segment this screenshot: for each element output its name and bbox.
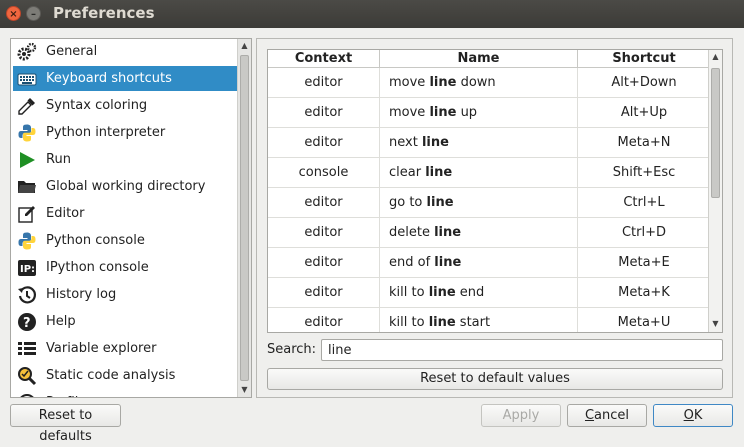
cell-context: editor [268,307,380,332]
python-icon [17,123,37,143]
help-icon: ? [17,312,37,332]
close-window-icon[interactable]: × [6,6,21,21]
scroll-up-arrow-icon[interactable]: ▲ [709,50,722,64]
column-header-context[interactable]: Context [268,50,380,68]
profiler-icon [17,393,37,397]
eyedropper-icon [17,96,37,116]
python-icon [17,231,37,251]
table-row[interactable]: editor move line down Alt+Down [268,67,711,98]
column-header-shortcut[interactable]: Shortcut [577,50,711,68]
title-bar: × – Preferences [0,0,744,28]
cell-name: go to line [379,187,578,218]
cell-context: editor [268,127,380,158]
sidebar-item-run[interactable]: Run [13,147,237,172]
cell-context: editor [268,217,380,248]
sidebar-item-editor[interactable]: Editor [13,201,237,226]
cell-shortcut: Alt+Down [577,67,711,98]
column-header-name[interactable]: Name [379,50,578,68]
search-label: Search: [267,342,317,357]
sidebar-scrollbar[interactable]: ▲ ▼ [237,39,251,397]
table-row[interactable]: editor move line up Alt+Up [268,97,711,128]
edit-icon [17,204,37,224]
sidebar-item-help[interactable]: ? Help [13,309,237,334]
sidebar-item-history-log[interactable]: History log [13,282,237,307]
scroll-down-arrow-icon[interactable]: ▼ [238,383,251,397]
cell-shortcut: Meta+K [577,277,711,308]
gears-icon [17,42,37,62]
minimize-window-icon[interactable]: – [26,6,41,21]
magnifier-icon [17,366,37,386]
sidebar-item-python-interpreter[interactable]: Python interpreter [13,120,237,145]
sidebar-item-python-console[interactable]: Python console [13,228,237,253]
cell-shortcut: Meta+U [577,307,711,332]
svg-text:IP:: IP: [20,264,35,275]
cell-shortcut: Shift+Esc [577,157,711,188]
ok-button[interactable]: OK [653,404,733,427]
sidebar-item-static-code-analysis[interactable]: Static code analysis [13,363,237,388]
table-row[interactable]: editor end of line Meta+E [268,247,711,278]
svg-text:?: ? [23,316,31,331]
cell-context: editor [268,247,380,278]
cell-name: kill to line end [379,277,578,308]
cell-context: editor [268,97,380,128]
cell-shortcut: Ctrl+D [577,217,711,248]
search-input[interactable] [321,339,723,361]
cell-name: delete line [379,217,578,248]
table-header-row: Context Name Shortcut [268,50,711,68]
table-row[interactable]: editor kill to line end Meta+K [268,277,711,308]
cell-shortcut: Meta+N [577,127,711,158]
keyboard-icon [17,69,37,89]
table-row[interactable]: editor next line Meta+N [268,127,711,158]
sidebar-item-keyboard-shortcuts[interactable]: Keyboard shortcuts [13,66,237,91]
reset-to-default-values-button[interactable]: Reset to default values [267,368,723,390]
sidebar-item-ipython-console[interactable]: IP: IPython console [13,255,237,280]
preferences-category-list: General Keyboard shortcuts Syntax colori… [10,38,252,398]
cell-shortcut: Alt+Up [577,97,711,128]
cell-name: end of line [379,247,578,278]
scroll-down-arrow-icon[interactable]: ▼ [709,317,722,331]
sidebar-item-profiler[interactable]: Profiler [13,390,237,397]
sidebar-item-global-working-directory[interactable]: Global working directory [13,174,237,199]
folder-icon [17,177,37,197]
keyboard-shortcuts-panel: Context Name Shortcut editor move line d… [256,38,733,398]
table-row[interactable]: editor delete line Ctrl+D [268,217,711,248]
cell-name: kill to line start [379,307,578,332]
cell-shortcut: Ctrl+L [577,187,711,218]
cell-name: next line [379,127,578,158]
shortcuts-table: Context Name Shortcut editor move line d… [267,49,723,333]
cell-context: editor [268,67,380,98]
shortcuts-scroll-thumb[interactable] [711,68,720,198]
cell-shortcut: Meta+E [577,247,711,278]
table-icon [17,339,37,359]
sidebar-item-variable-explorer[interactable]: Variable explorer [13,336,237,361]
scroll-up-arrow-icon[interactable]: ▲ [238,39,251,53]
sidebar-item-general[interactable]: General [13,39,237,64]
cell-name: move line down [379,67,578,98]
history-icon [17,285,37,305]
shortcuts-scrollbar[interactable]: ▲ ▼ [708,50,722,332]
reset-to-defaults-button[interactable]: Reset to defaults [10,404,121,444]
table-row[interactable]: console clear line Shift+Esc [268,157,711,188]
sidebar-scroll-thumb[interactable] [240,55,249,381]
table-row[interactable]: editor go to line Ctrl+L [268,187,711,218]
sidebar-item-syntax-coloring[interactable]: Syntax coloring [13,93,237,118]
apply-button[interactable]: Apply [481,404,561,427]
table-row[interactable]: editor kill to line start Meta+U [268,307,711,332]
cell-context: editor [268,277,380,308]
cell-context: console [268,157,380,188]
cell-name: move line up [379,97,578,128]
window-title: Preferences [53,4,155,22]
play-icon [17,150,37,170]
cell-context: editor [268,187,380,218]
ipython-icon: IP: [17,258,37,278]
cancel-button[interactable]: Cancel [567,404,647,427]
cell-name: clear line [379,157,578,188]
